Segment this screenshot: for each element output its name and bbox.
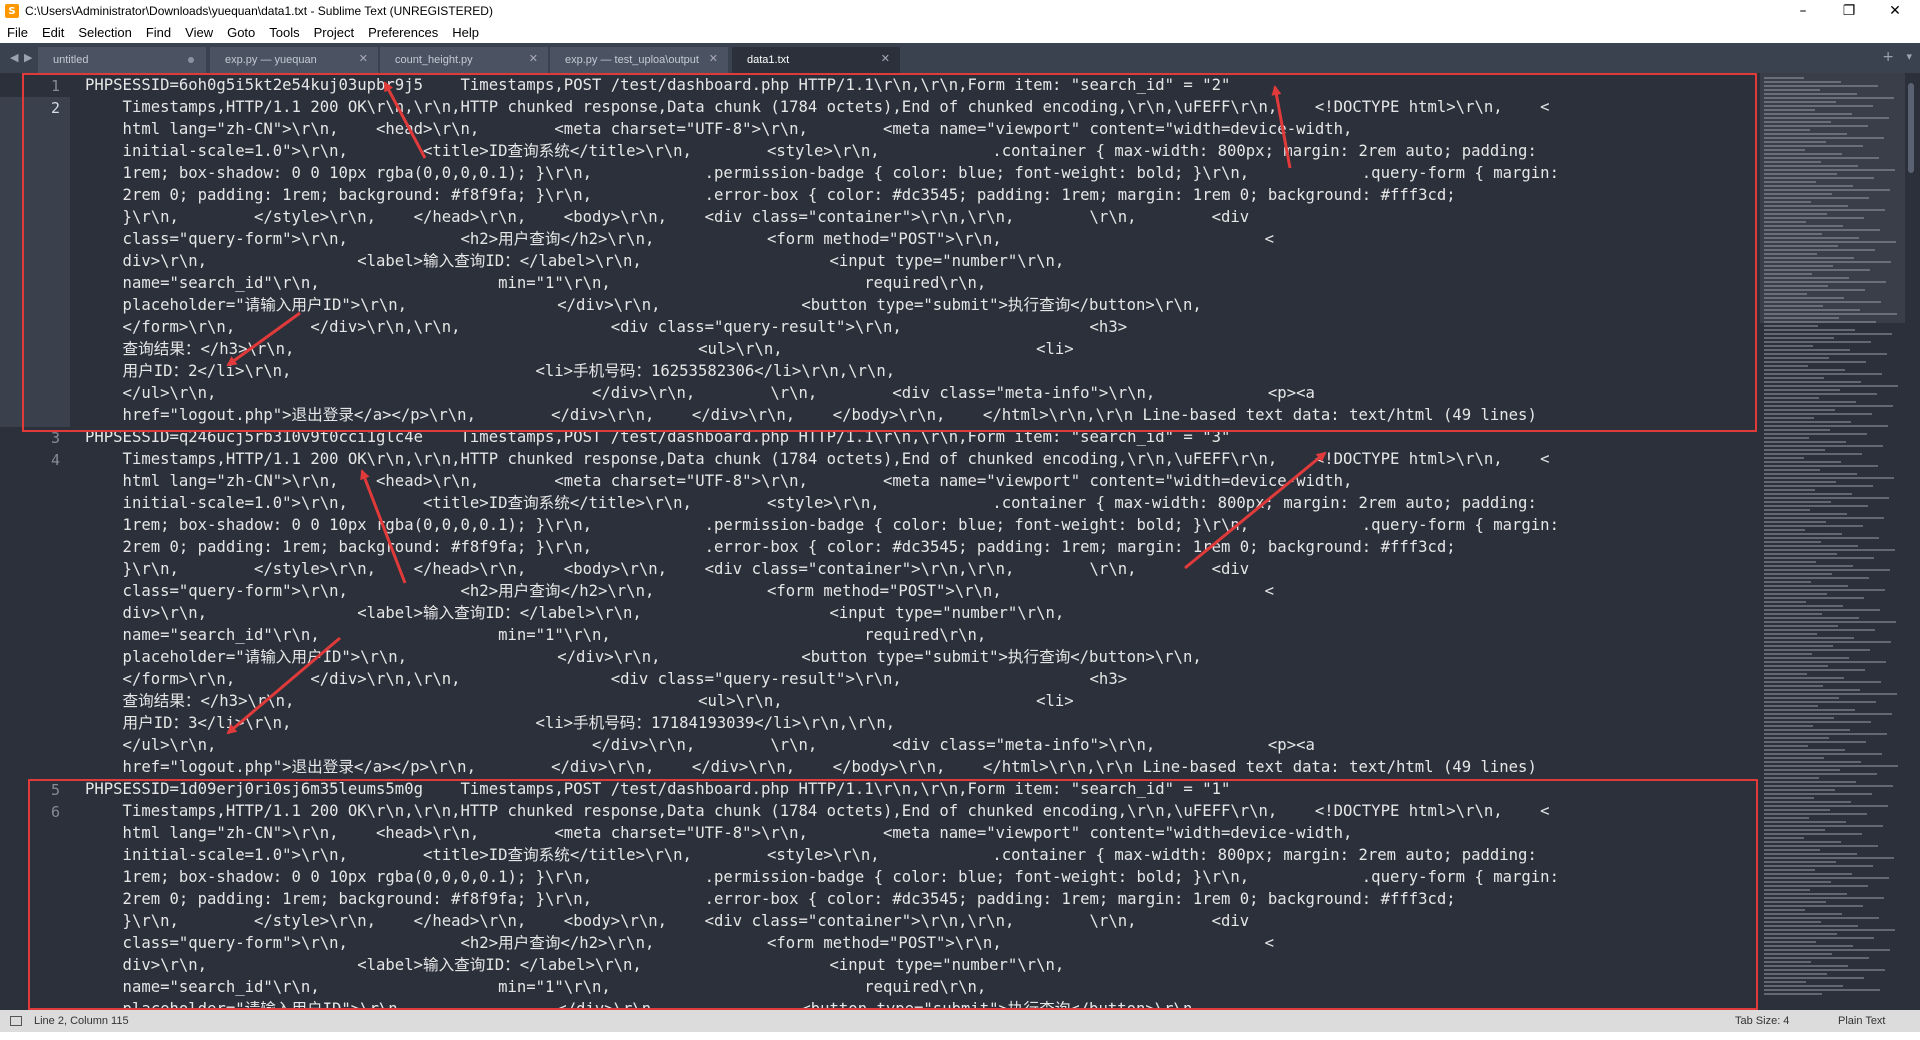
tab-label: exp.py — test_uploa\output	[565, 54, 699, 66]
menu-view[interactable]: View	[178, 25, 220, 40]
tab-close-icon[interactable]: ✕	[709, 52, 718, 65]
back-arrow-icon[interactable]: ◀	[10, 51, 18, 64]
arrow-user-id-2	[226, 636, 341, 735]
tab-label: data1.txt	[747, 54, 790, 66]
tab-label: count_height.py	[395, 54, 473, 66]
minimize-button[interactable]: –	[1780, 0, 1826, 22]
arrow-user-id-1	[226, 311, 301, 367]
maximize-button[interactable]: ❐	[1826, 0, 1872, 22]
menu-goto[interactable]: Goto	[220, 25, 262, 40]
title-bar: S C:\Users\Administrator\Downloads\yuequ…	[0, 0, 1920, 22]
menu-selection[interactable]: Selection	[71, 25, 138, 40]
tab-label: exp.py — yuequan	[225, 54, 317, 66]
new-tab-plus-icon[interactable]: +	[1882, 49, 1894, 65]
syntax-mode[interactable]: Plain Text	[1838, 1015, 1886, 1027]
menu-edit[interactable]: Edit	[35, 25, 71, 40]
window-title: C:\Users\Administrator\Downloads\yuequan…	[25, 4, 493, 18]
tab-1[interactable]: untitled	[38, 47, 206, 73]
tab-close-icon[interactable]: ✕	[359, 52, 368, 65]
arrow-session-1	[383, 81, 427, 159]
arrow-search-id-2	[1184, 451, 1327, 570]
menu-preferences[interactable]: Preferences	[361, 25, 445, 40]
arrow-session-2	[360, 469, 407, 584]
tab-close-icon[interactable]: ✕	[881, 52, 890, 65]
menu-file[interactable]: File	[0, 25, 35, 40]
tab-3[interactable]: count_height.py ✕	[380, 47, 548, 73]
menu-help[interactable]: Help	[445, 25, 486, 40]
arrow-search-id-1	[1271, 85, 1292, 169]
menu-tools[interactable]: Tools	[262, 25, 306, 40]
tab-bar: ◀ ▶ + ▾ untitled exp.py — yuequan ✕ count_h…	[0, 43, 1920, 73]
panel-toggle-icon[interactable]	[10, 1016, 22, 1026]
unsaved-dot-icon[interactable]	[188, 57, 194, 63]
menu-bar: File Edit Selection Find View Goto Tools Projec…	[0, 22, 1920, 43]
tab-size[interactable]: Tab Size: 4	[1735, 1015, 1789, 1027]
close-window-button[interactable]: ✕	[1872, 0, 1918, 22]
status-bar: Line 2, Column 115 Tab Size: 4 Plain Tex…	[0, 1010, 1920, 1032]
menu-find[interactable]: Find	[139, 25, 178, 40]
tab-4[interactable]: exp.py — test_uploa\output ✕	[550, 47, 728, 73]
forward-arrow-icon[interactable]: ▶	[24, 51, 32, 64]
tab-close-icon[interactable]: ✕	[529, 52, 538, 65]
tab-5[interactable]: data1.txt ✕	[732, 47, 900, 73]
menu-project[interactable]: Project	[307, 25, 361, 40]
tab-label: untitled	[53, 54, 89, 66]
tab-2[interactable]: exp.py — yuequan ✕	[210, 47, 378, 73]
bottom-edge	[0, 1032, 1920, 1040]
sublime-icon: S	[5, 4, 19, 18]
tab-list-chevron-icon[interactable]: ▾	[1906, 50, 1912, 63]
cursor-position: Line 2, Column 115	[34, 1015, 129, 1027]
annotation-arrows	[226, 81, 1327, 735]
editor[interactable]: 123456 PHPSESSID=6oh0g5i5kt2e54kuj03upbr…	[0, 73, 1920, 1010]
